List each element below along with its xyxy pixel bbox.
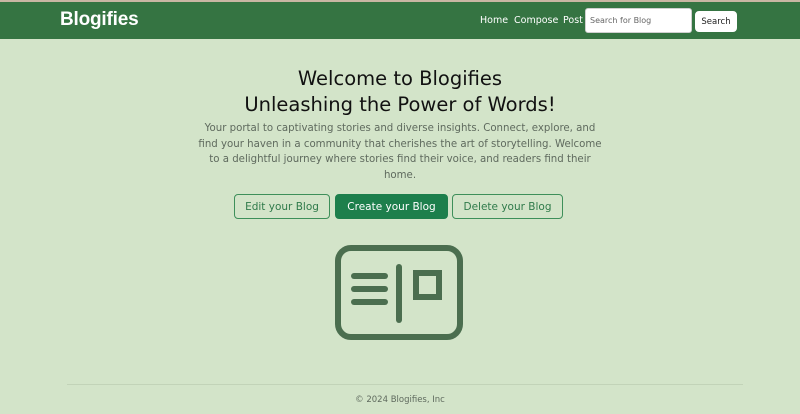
hero-title-line-1: Welcome to Blogifies bbox=[297, 67, 503, 90]
footer-copyright: © 2024 Blogifies, Inc bbox=[355, 395, 445, 405]
brand-logo[interactable]: Blogifies bbox=[60, 9, 139, 31]
nav-link-home[interactable]: Home bbox=[480, 15, 508, 26]
hero-title-line-2: Unleashing the Power of Words! bbox=[244, 93, 556, 116]
search-button[interactable]: Search bbox=[695, 11, 737, 32]
delete-blog-button[interactable]: Delete your Blog bbox=[452, 194, 563, 219]
hero-description: Your portal to captivating stories and d… bbox=[198, 123, 602, 181]
search-input[interactable] bbox=[585, 8, 692, 33]
nav-link-post[interactable]: Post bbox=[563, 15, 583, 26]
blog-newspaper-icon bbox=[335, 245, 463, 340]
edit-blog-button[interactable]: Edit your Blog bbox=[234, 194, 330, 219]
hero-title: Welcome to Blogifies Unleashing the Powe… bbox=[0, 66, 800, 118]
navbar: Blogifies Home Compose Post Search bbox=[0, 2, 800, 39]
create-blog-button[interactable]: Create your Blog bbox=[335, 194, 448, 219]
footer-divider bbox=[67, 384, 743, 385]
nav-link-compose[interactable]: Compose bbox=[514, 15, 558, 26]
